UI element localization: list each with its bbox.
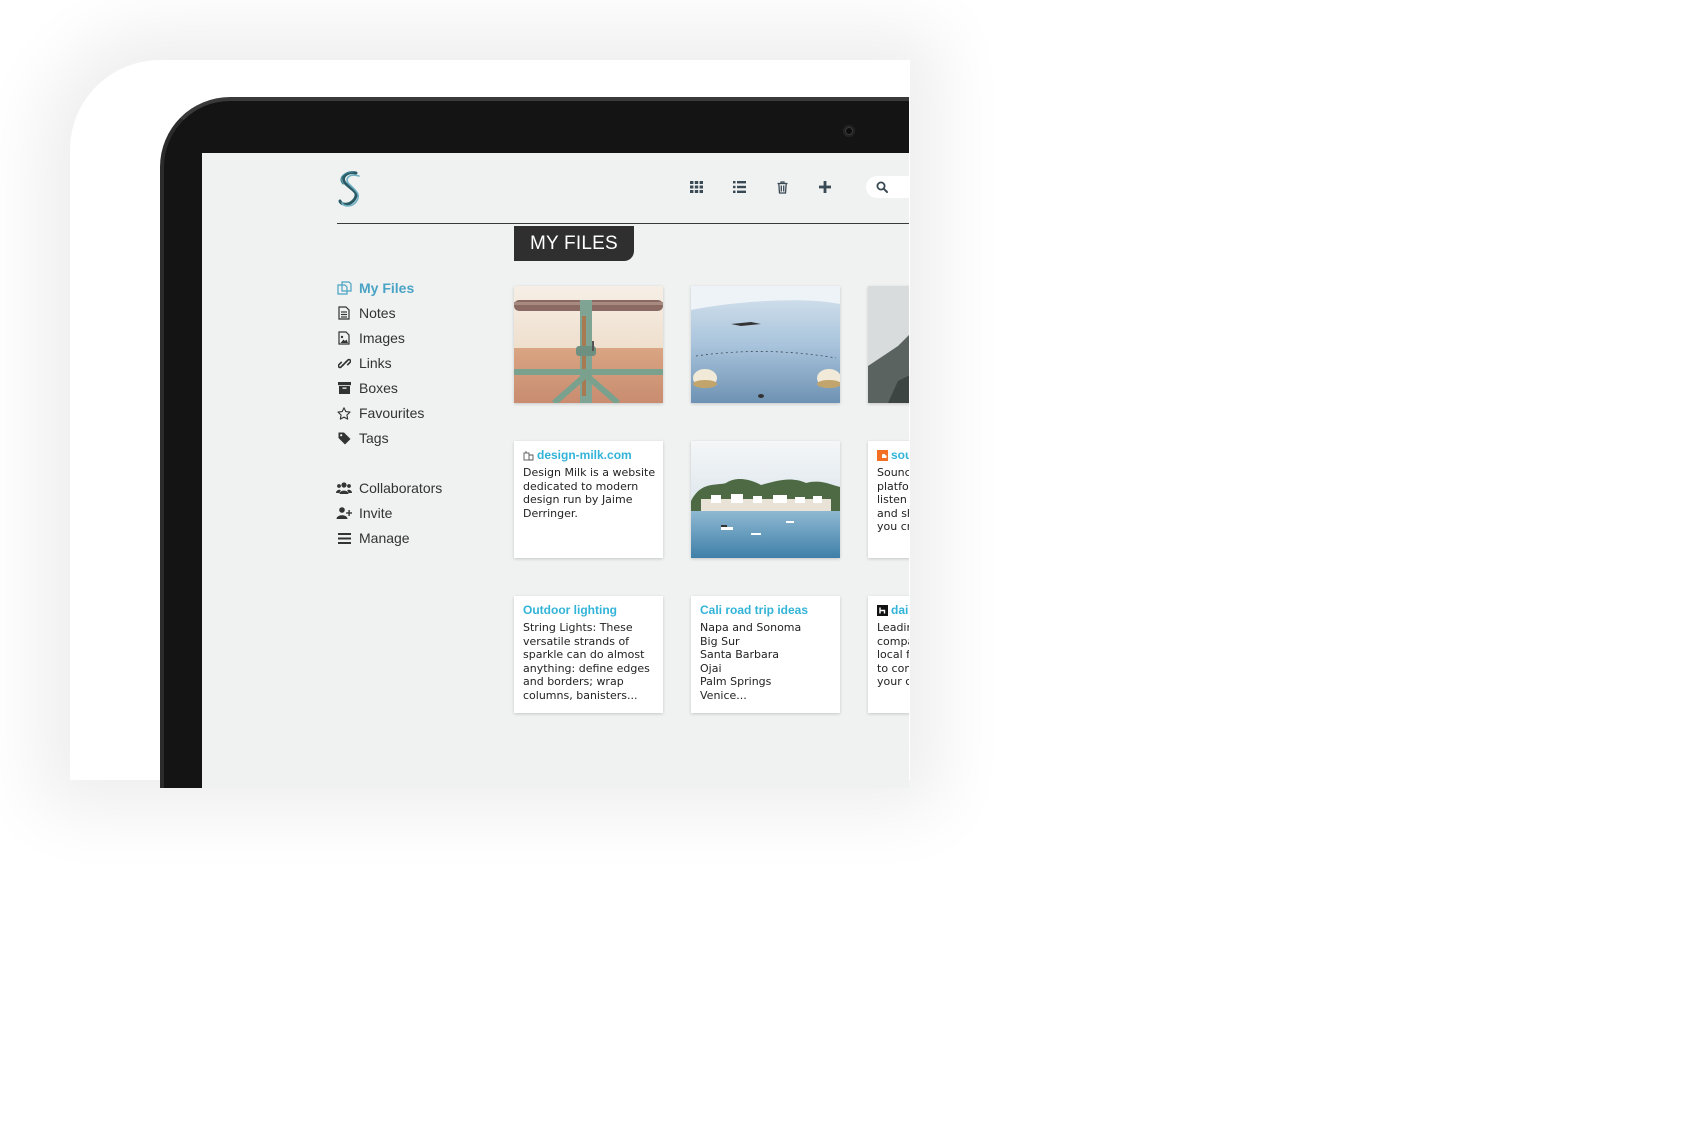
sidebar-item-notes[interactable]: Notes — [336, 303, 396, 323]
link-icon — [336, 355, 352, 371]
harbor-photo — [691, 441, 840, 558]
sidebar-item-label: Favourites — [359, 405, 425, 421]
sidebar-item-label: Links — [359, 355, 392, 371]
file-card-image[interactable] — [868, 286, 909, 403]
search-input[interactable] — [866, 176, 909, 198]
sidebar-item-invite[interactable]: Invite — [336, 503, 392, 523]
sidebar-item-images[interactable]: Images — [336, 328, 405, 348]
list-icon — [732, 181, 746, 193]
card-title[interactable]: dai — [877, 603, 908, 617]
page-title: MY FILES — [514, 226, 634, 261]
card-description: String Lights: These versatile strands o… — [523, 621, 650, 702]
file-card-link[interactable]: dai Leadir compa local f to con your c — [868, 596, 909, 713]
sidebar-item-tags[interactable]: Tags — [336, 428, 389, 448]
sidebar-item-links[interactable]: Links — [336, 353, 392, 373]
railing-photo — [514, 286, 663, 403]
file-card-image[interactable] — [514, 286, 663, 403]
sidebar-item-collaborators[interactable]: Collaborators — [336, 478, 442, 498]
file-card-image[interactable] — [691, 286, 840, 403]
lake-photo — [691, 286, 840, 403]
card-title-text: sou — [891, 448, 909, 462]
file-card-image[interactable] — [691, 441, 840, 558]
card-title[interactable]: Outdoor lighting — [523, 603, 617, 617]
card-description: Sounc platfo listen and sh you cr — [877, 466, 909, 534]
add-button[interactable] — [815, 177, 835, 197]
files-icon — [336, 280, 352, 296]
sidebar-item-label: Notes — [359, 305, 396, 321]
sidebar-item-label: Invite — [359, 505, 393, 521]
sidebar-item-label: My Files — [359, 280, 415, 296]
box-icon — [336, 380, 352, 396]
card-title[interactable]: design-milk.com — [523, 448, 632, 462]
card-title[interactable]: Cali road trip ideas — [700, 603, 808, 617]
sidebar-item-label: Images — [359, 330, 405, 346]
sidebar-item-manage[interactable]: Manage — [336, 528, 410, 548]
site-favicon-icon — [523, 450, 534, 460]
image-icon — [336, 330, 352, 346]
tag-icon — [336, 430, 352, 446]
file-card-link[interactable]: sou Sounc platfo listen and sh you cr — [868, 441, 909, 558]
grid-icon — [689, 181, 703, 193]
sidebar-item-label: Manage — [359, 530, 410, 546]
card-title-text: Cali road trip ideas — [700, 603, 809, 617]
plus-icon — [819, 181, 831, 193]
sidebar-item-favourites[interactable]: Favourites — [336, 403, 424, 423]
users-icon — [336, 480, 352, 496]
add-user-icon — [336, 505, 352, 521]
card-description: Napa and Sonoma Big Sur Santa Barbara Oj… — [700, 621, 802, 702]
card-description: Design Milk is a website dedicated to mo… — [523, 466, 656, 520]
shore-photo — [868, 286, 909, 403]
file-card-note[interactable]: Cali road trip ideas Napa and Sonoma Big… — [691, 596, 840, 713]
sidebar-item-boxes[interactable]: Boxes — [336, 378, 398, 398]
app-screen: MY FILES My Files Notes Images Links Box… — [202, 153, 909, 788]
card-description: Leadir compa local f to con your c — [877, 621, 909, 689]
grid-view-button[interactable] — [686, 177, 706, 197]
header-divider — [337, 223, 909, 224]
card-title-text: design-milk.com — [537, 448, 632, 462]
search-icon — [876, 181, 888, 193]
card-title-text: dai — [891, 603, 909, 617]
trash-button[interactable] — [772, 177, 792, 197]
file-card-note[interactable]: Outdoor lighting String Lights: These ve… — [514, 596, 663, 713]
star-icon — [336, 405, 352, 421]
list-view-button[interactable] — [729, 177, 749, 197]
app-logo[interactable] — [336, 170, 364, 208]
note-icon — [336, 305, 352, 321]
sidebar-item-my-files[interactable]: My Files — [336, 278, 414, 298]
device-clip: MY FILES My Files Notes Images Links Box… — [0, 0, 909, 788]
sidebar-item-label: Tags — [359, 430, 389, 446]
card-title-text: Outdoor lighting — [523, 603, 617, 617]
camera-icon — [843, 125, 855, 137]
trash-icon — [777, 180, 787, 194]
stage: MY FILES My Files Notes Images Links Box… — [0, 0, 1694, 1140]
menu-icon — [336, 530, 352, 546]
site-favicon-icon — [877, 604, 888, 616]
sidebar-item-label: Collaborators — [359, 480, 443, 496]
sidebar-item-label: Boxes — [359, 380, 398, 396]
soundcloud-favicon-icon — [877, 449, 888, 461]
file-card-link[interactable]: design-milk.com Design Milk is a website… — [514, 441, 663, 558]
card-title[interactable]: sou — [877, 448, 909, 462]
